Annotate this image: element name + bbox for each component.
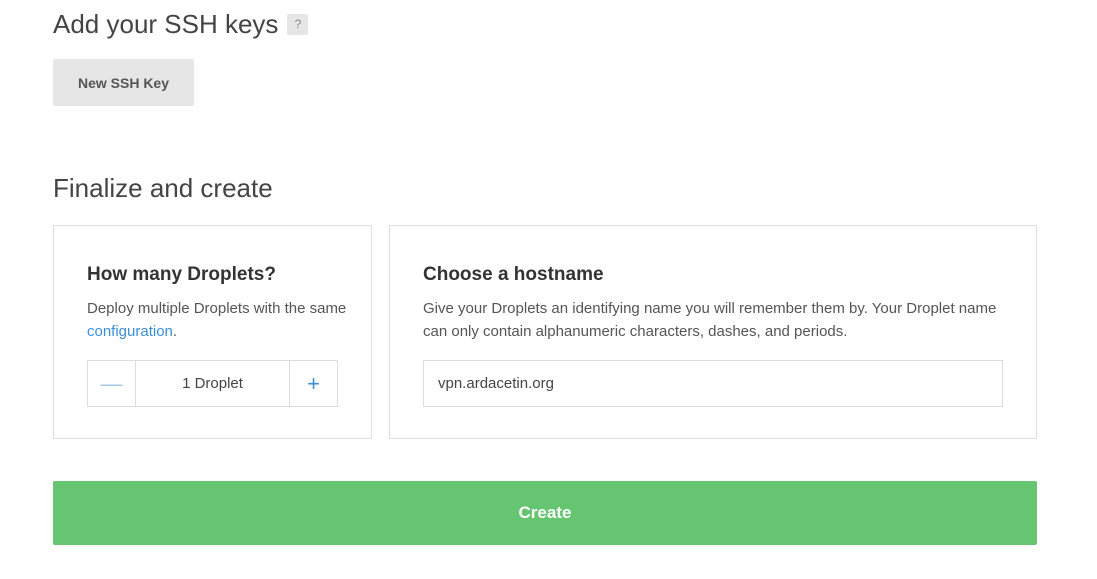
plus-icon: + [307, 370, 320, 396]
ssh-keys-section: Add your SSH keys ? New SSH Key [53, 6, 309, 106]
hostname-description: Give your Droplets an identifying name y… [423, 300, 997, 340]
increment-button[interactable]: + [289, 361, 337, 406]
droplet-quantity-stepper: — 1 Droplet + [87, 360, 338, 407]
configuration-link[interactable]: configuration [87, 323, 173, 340]
droplet-count-title: How many Droplets? [87, 264, 276, 285]
droplet-count-panel: How many Droplets? Deploy multiple Dropl… [53, 225, 372, 439]
droplet-count-description: Deploy multiple Droplets with the same c… [87, 297, 347, 343]
finalize-heading: Finalize and create [53, 173, 273, 203]
hostname-input[interactable] [423, 360, 1003, 407]
ssh-keys-heading: Add your SSH keys ? [53, 6, 309, 42]
new-ssh-key-button[interactable]: New SSH Key [53, 59, 194, 106]
help-icon[interactable]: ? [287, 13, 309, 35]
ssh-keys-heading-text: Add your SSH keys [53, 9, 279, 39]
droplet-count-desc-suffix: . [172, 323, 178, 340]
minus-icon: — [100, 370, 123, 396]
create-button[interactable]: Create [53, 481, 1037, 545]
droplet-count-desc-prefix: Deploy multiple Droplets with the same [87, 300, 347, 317]
hostname-panel: Choose a hostname Give your Droplets an … [389, 225, 1037, 439]
decrement-button[interactable]: — [88, 361, 136, 406]
hostname-title: Choose a hostname [423, 264, 604, 285]
droplet-quantity-value: 1 Droplet [182, 375, 243, 392]
